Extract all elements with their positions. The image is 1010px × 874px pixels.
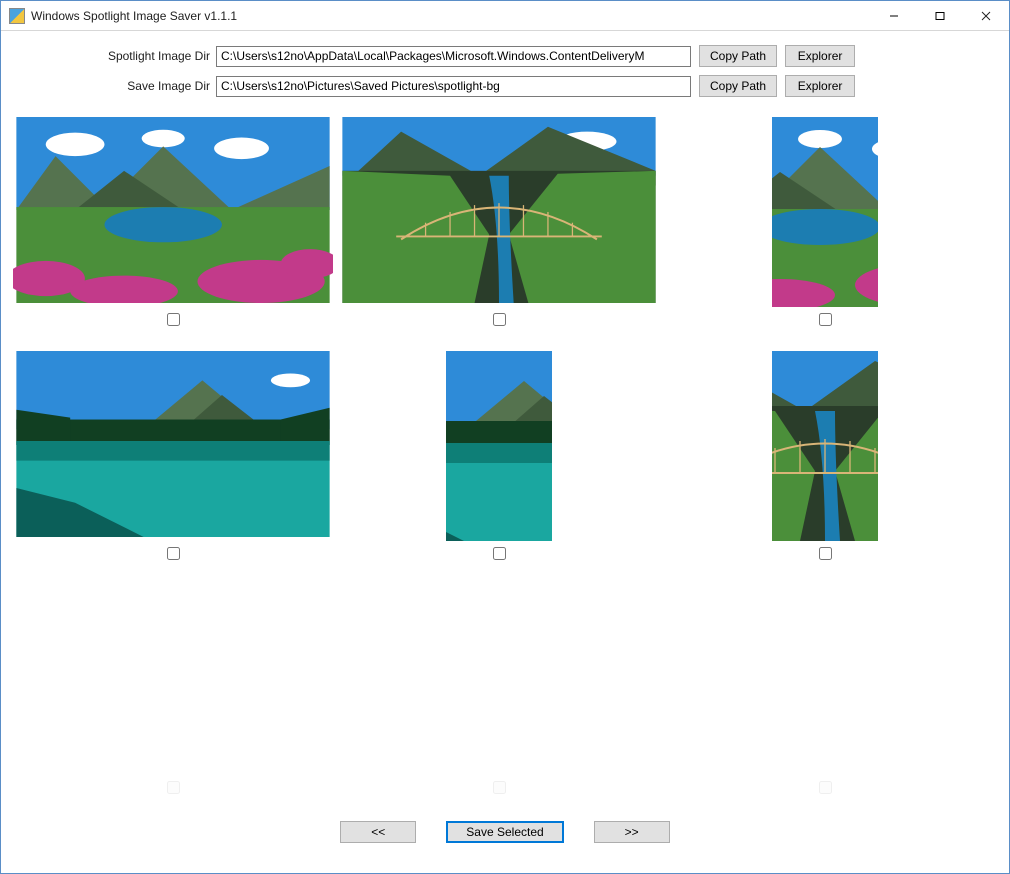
thumbnail-checkbox[interactable]: [493, 313, 506, 326]
thumbnail-image[interactable]: [13, 117, 333, 303]
window-title: Windows Spotlight Image Saver v1.1.1: [31, 9, 237, 23]
save-dir-row: Save Image Dir Copy Path Explorer: [11, 75, 999, 97]
save-copy-path-button[interactable]: Copy Path: [699, 75, 777, 97]
spotlight-dir-label: Spotlight Image Dir: [11, 49, 216, 63]
close-button[interactable]: [963, 1, 1009, 31]
thumbnail-cell: [665, 117, 985, 347]
thumbnail-grid: [1, 113, 1009, 815]
save-selected-button[interactable]: Save Selected: [446, 821, 563, 843]
thumbnail-checkbox[interactable]: [167, 547, 180, 560]
thumbnail-checkbox[interactable]: [819, 547, 832, 560]
thumbnail-checkbox: [819, 781, 832, 794]
save-dir-label: Save Image Dir: [11, 79, 216, 93]
thumbnail-image[interactable]: [13, 351, 333, 537]
prev-page-button[interactable]: <<: [340, 821, 416, 843]
thumbnail-cell: [665, 585, 985, 815]
save-dir-input[interactable]: [216, 76, 691, 97]
titlebar: Windows Spotlight Image Saver v1.1.1: [1, 1, 1009, 31]
thumbnail-checkbox: [167, 781, 180, 794]
spotlight-explorer-button[interactable]: Explorer: [785, 45, 855, 67]
thumbnail-cell: [339, 351, 659, 581]
thumbnail-cell: [665, 351, 985, 581]
thumbnail-cell: [13, 351, 333, 581]
thumbnail-checkbox: [493, 781, 506, 794]
thumbnail-cell: [339, 117, 659, 347]
thumbnail-image[interactable]: [339, 117, 659, 303]
spotlight-dir-input[interactable]: [216, 46, 691, 67]
thumbnail-image[interactable]: [772, 351, 878, 541]
thumbnail-cell: [339, 585, 659, 815]
path-form: Spotlight Image Dir Copy Path Explorer S…: [1, 31, 1009, 113]
thumbnail-image[interactable]: [446, 351, 552, 541]
thumbnail-checkbox[interactable]: [167, 313, 180, 326]
maximize-button[interactable]: [917, 1, 963, 31]
app-icon: [9, 8, 25, 24]
save-explorer-button[interactable]: Explorer: [785, 75, 855, 97]
spotlight-copy-path-button[interactable]: Copy Path: [699, 45, 777, 67]
thumbnail-cell: [13, 585, 333, 815]
thumbnail-image[interactable]: [772, 117, 878, 307]
footer-controls: << Save Selected >>: [1, 815, 1009, 843]
thumbnail-checkbox[interactable]: [819, 313, 832, 326]
spotlight-dir-row: Spotlight Image Dir Copy Path Explorer: [11, 45, 999, 67]
next-page-button[interactable]: >>: [594, 821, 670, 843]
minimize-button[interactable]: [871, 1, 917, 31]
thumbnail-checkbox[interactable]: [493, 547, 506, 560]
thumbnail-cell: [13, 117, 333, 347]
